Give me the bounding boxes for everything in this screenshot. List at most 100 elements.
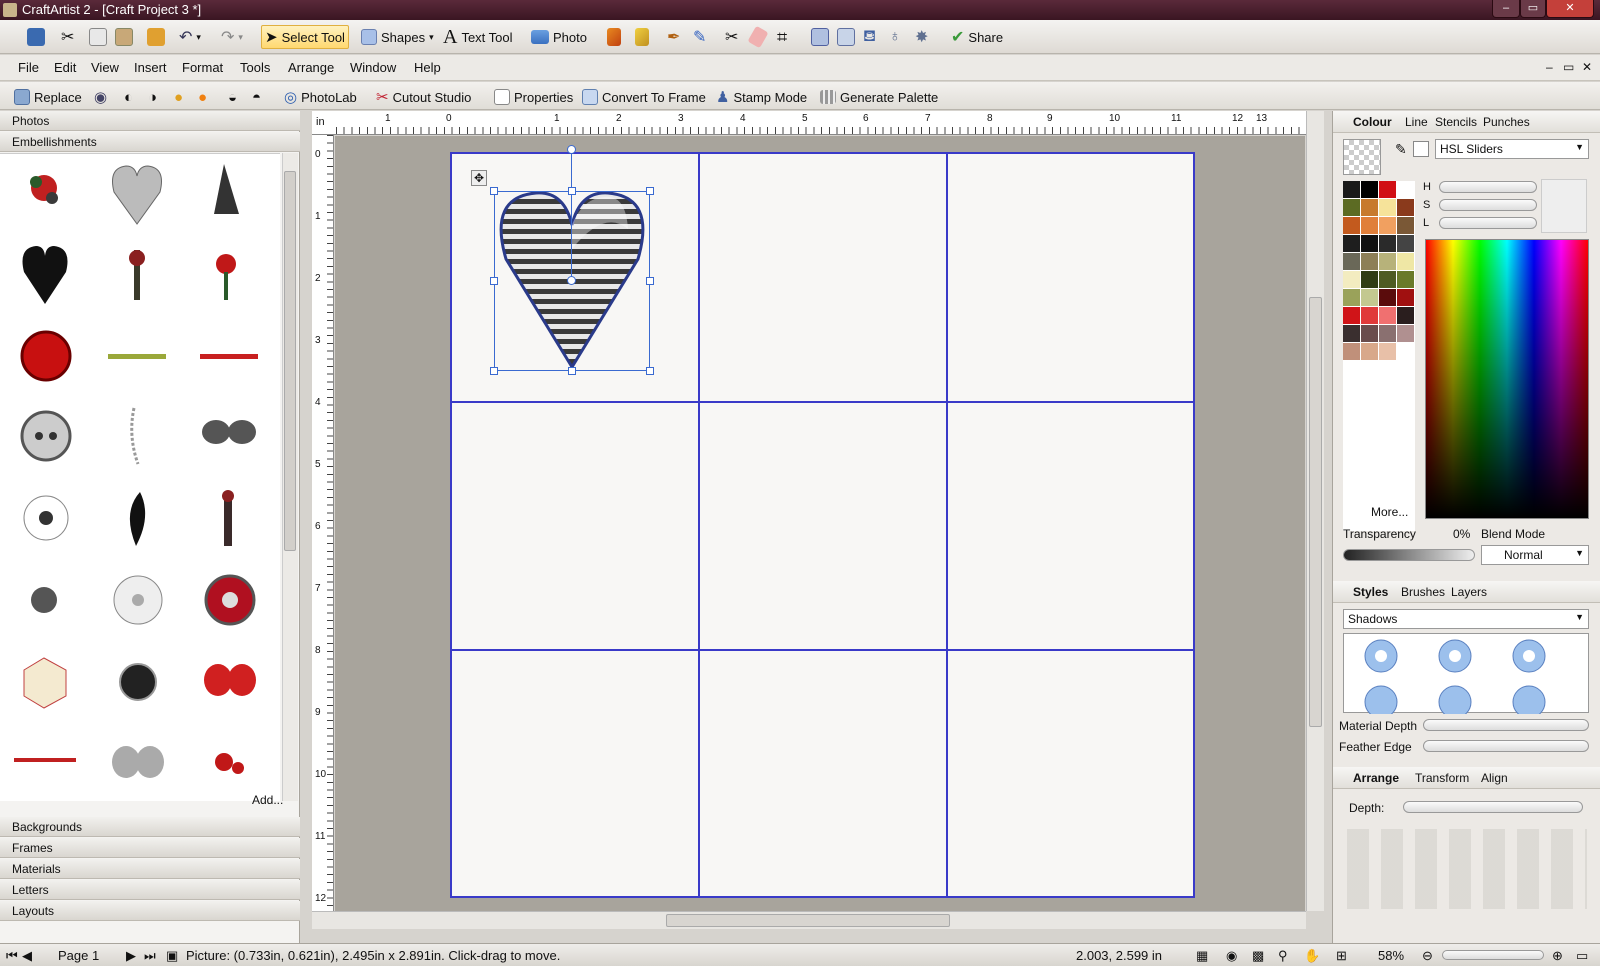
section-materials[interactable]: Materials [0,859,300,879]
resize-handle[interactable] [490,187,498,195]
resize-handle[interactable] [568,187,576,195]
section-layouts[interactable]: Layouts [0,901,300,921]
menu-help[interactable]: Help [414,60,441,75]
colour-swatch[interactable] [1343,199,1360,216]
colour-swatch[interactable] [1361,217,1378,234]
colour-spectrum[interactable] [1425,239,1589,519]
colour-swatch[interactable] [1361,325,1378,342]
colour-swatch[interactable] [1397,181,1414,198]
stamp-mode-button[interactable]: ♟ Stamp Mode [716,87,807,107]
colour-swatch[interactable] [1397,343,1414,360]
view-icon[interactable]: ▦ [1196,948,1208,964]
close-button[interactable]: ✕ [1546,0,1594,18]
colour-swatch[interactable] [1397,289,1414,306]
fit-page-icon[interactable]: ▭ [1576,948,1588,964]
colour-swatch[interactable] [1379,325,1396,342]
menu-tools[interactable]: Tools [240,60,270,75]
embellishment-ribbon-strip[interactable] [0,728,90,808]
text-tool-button[interactable]: A Text Tool [440,25,516,49]
colour-swatch[interactable] [1379,253,1396,270]
scissors-tool-button[interactable]: ✂ [722,25,741,49]
mdi-minimize-button[interactable]: – [1546,60,1553,74]
eye-icon[interactable]: ◉ [1226,948,1237,964]
section-letters[interactable]: Letters [0,880,300,900]
embellishment-daisy[interactable] [0,482,90,562]
shadow-style[interactable] [1498,636,1560,676]
embellishment-white-flower[interactable] [92,564,182,644]
pen-tool-button[interactable]: ✒ [664,25,683,49]
rotation-center[interactable] [567,276,576,285]
select-tool-button[interactable]: ➤ Select Tool [261,25,349,49]
brightness-down-button[interactable]: ◐ [124,87,133,107]
shadow-style[interactable] [1424,678,1486,719]
transparency-slider[interactable] [1343,549,1475,561]
mdi-restore-button[interactable]: ▭ [1563,60,1574,74]
gallery-scrollbar[interactable] [282,153,298,801]
embellishment-lace[interactable] [184,154,274,234]
resize-handle[interactable] [568,367,576,375]
photo-button[interactable]: Photo [528,25,590,49]
material-depth-slider[interactable] [1423,719,1589,731]
copy-button[interactable] [86,25,110,49]
tab-punches[interactable]: Punches [1483,115,1530,129]
colour-swatch[interactable] [1343,307,1360,324]
colour-swatch[interactable] [1379,217,1396,234]
tab-stencils[interactable]: Stencils [1435,115,1477,129]
more-colours-button[interactable]: More... [1371,505,1408,519]
colour-swatch[interactable] [1379,235,1396,252]
add-button[interactable]: Add... [252,793,283,807]
rotation-handle[interactable] [567,145,576,154]
embellishment-tag[interactable] [0,646,90,726]
undo-button[interactable]: ↶ ▾ [176,25,204,49]
colour-swatch[interactable] [1343,289,1360,306]
saturation-up-button[interactable]: ● [198,87,207,107]
cog-tool-button[interactable]: ✸ [912,25,931,49]
blend-mode-select[interactable]: Normal ▼ [1481,545,1589,565]
colour-swatch[interactable] [1361,271,1378,288]
colour-swatch[interactable] [1343,235,1360,252]
scrollbar-thumb[interactable] [284,171,296,551]
crop-tool-button[interactable]: ⌗ [774,25,790,49]
colour-swatch[interactable] [1343,325,1360,342]
colour-swatch[interactable] [1397,217,1414,234]
embellishment-red-ribbon[interactable] [184,318,274,398]
feather-edge-slider[interactable] [1423,740,1589,752]
no-fill-swatch[interactable] [1413,141,1429,157]
paint-brush-button[interactable] [604,25,624,49]
tab-transform[interactable]: Transform [1415,771,1469,785]
pin-tool-button[interactable]: ♁ [886,25,904,49]
colour-swatch[interactable] [1397,235,1414,252]
hsl-value-inputs[interactable] [1541,179,1587,233]
resize-handle[interactable] [490,367,498,375]
pencil-tool-button[interactable]: ✎ [690,25,709,49]
embellishment-striped-heart[interactable] [92,154,182,234]
cutout-studio-button[interactable]: ✂ Cutout Studio [376,87,471,107]
style-category-select[interactable]: Shadows ▼ [1343,609,1589,629]
prev-page-icon[interactable]: ◀ [22,948,32,964]
colour-swatch[interactable] [1397,271,1414,288]
menu-window[interactable]: Window [350,60,396,75]
section-frames[interactable]: Frames [0,838,300,858]
embellishment-red-butterfly[interactable] [184,646,274,726]
embellishment-glitter-butterfly[interactable] [92,728,182,808]
colour-swatch[interactable] [1397,307,1414,324]
replace-button[interactable]: Replace [14,87,82,107]
lightness-slider[interactable] [1439,217,1537,229]
embellishment-flower-cluster[interactable] [0,154,90,234]
tab-styles[interactable]: Styles [1353,585,1388,599]
colour-mode-select[interactable]: HSL Sliders ▼ [1435,139,1589,159]
colour-swatch[interactable] [1397,199,1414,216]
embellishments-header[interactable]: Embellishments [0,132,300,152]
resize-handle[interactable] [490,277,498,285]
embellishment-red-button[interactable] [0,318,90,398]
menu-arrange[interactable]: Arrange [288,60,334,75]
contrast-up-button[interactable]: ◓ [252,87,261,107]
tab-line[interactable]: Line [1405,115,1428,129]
paste-button[interactable] [112,25,136,49]
shadow-style[interactable] [1350,678,1412,719]
first-page-icon[interactable]: ⏮ [6,948,18,964]
transparency-tool-button[interactable] [834,25,858,49]
arrange-buttons[interactable] [1347,829,1587,909]
section-backgrounds[interactable]: Backgrounds [0,817,300,837]
zoom-icon[interactable]: ⚲ [1278,948,1288,964]
